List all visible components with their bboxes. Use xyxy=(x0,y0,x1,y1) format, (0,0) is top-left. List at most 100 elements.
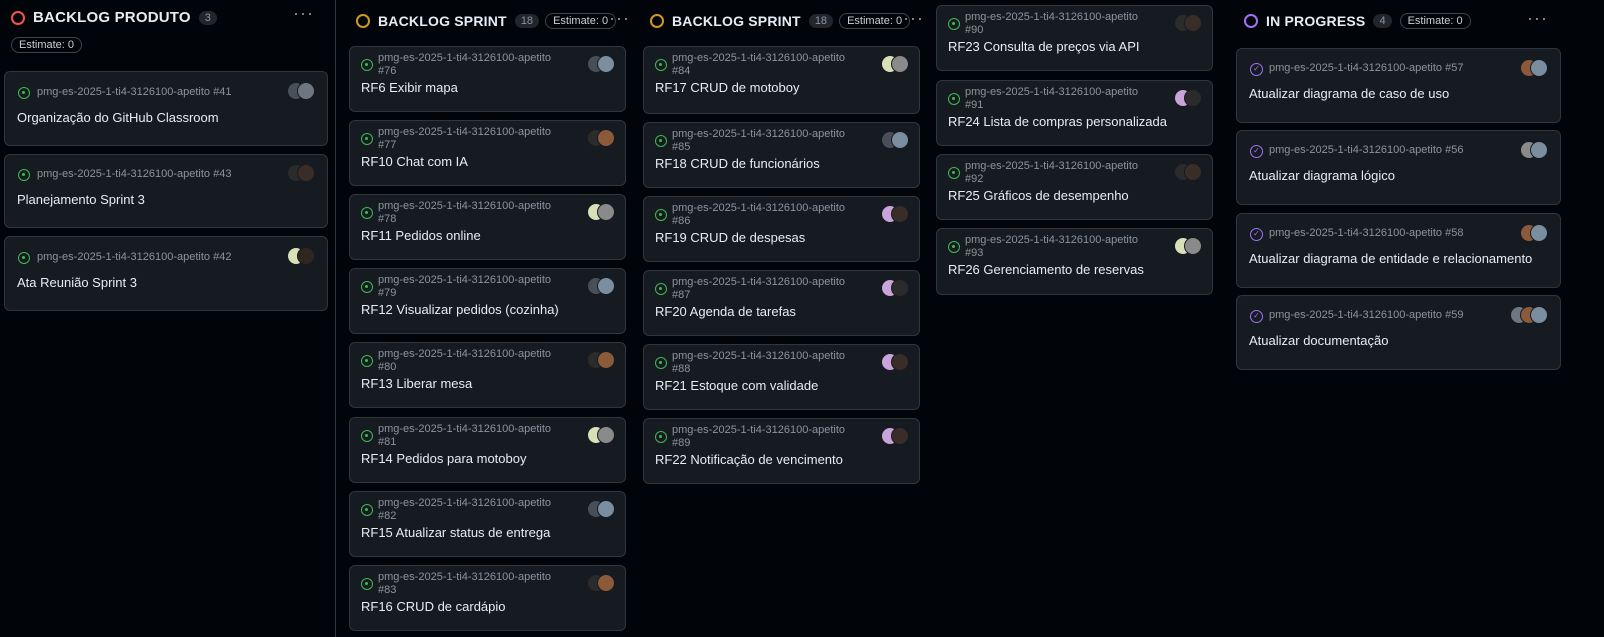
issue-repo-ref[interactable]: pmg-es-2025-1-ti4-3126100-apetito xyxy=(378,200,551,212)
avatar[interactable] xyxy=(1530,141,1548,159)
issue-title[interactable]: RF18 CRUD de funcionários xyxy=(655,156,820,171)
issue-title[interactable]: RF24 Lista de compras personalizada xyxy=(948,114,1167,129)
issue-repo-ref[interactable]: pmg-es-2025-1-ti4-3126100-apetito #58 xyxy=(1269,227,1463,239)
assignee-avatars[interactable] xyxy=(1520,141,1548,159)
issue-card[interactable]: pmg-es-2025-1-ti4-3126100-apetito #78 RF… xyxy=(349,194,626,260)
issue-title[interactable]: RF17 CRUD de motoboy xyxy=(655,80,800,95)
kebab-menu-icon[interactable]: ··· xyxy=(1527,8,1548,29)
kebab-menu-icon[interactable]: ··· xyxy=(609,8,630,29)
estimate-badge[interactable]: Estimate: 0 xyxy=(545,13,617,29)
issue-repo-ref[interactable]: pmg-es-2025-1-ti4-3126100-apetito #56 xyxy=(1269,144,1463,156)
issue-title[interactable]: RF16 CRUD de cardápio xyxy=(361,599,506,614)
avatar[interactable] xyxy=(597,55,615,73)
avatar[interactable] xyxy=(597,203,615,221)
issue-card[interactable]: pmg-es-2025-1-ti4-3126100-apetito #80 RF… xyxy=(349,342,626,408)
issue-card[interactable]: ✓ pmg-es-2025-1-ti4-3126100-apetito #57 … xyxy=(1236,48,1561,123)
estimate-badge[interactable]: Estimate: 0 xyxy=(1399,13,1471,29)
issue-card[interactable]: pmg-es-2025-1-ti4-3126100-apetito #79 RF… xyxy=(349,268,626,334)
issue-card[interactable]: pmg-es-2025-1-ti4-3126100-apetito #43 Pl… xyxy=(4,154,328,228)
issue-card[interactable]: pmg-es-2025-1-ti4-3126100-apetito #90 RF… xyxy=(936,5,1213,71)
issue-card[interactable]: pmg-es-2025-1-ti4-3126100-apetito #42 At… xyxy=(4,236,328,311)
issue-title[interactable]: Atualizar diagrama de caso de uso xyxy=(1249,86,1449,101)
issue-title[interactable]: RF12 Visualizar pedidos (cozinha) xyxy=(361,302,559,317)
issue-number[interactable]: #90 xyxy=(965,24,983,36)
issue-title[interactable]: RF22 Notificação de vencimento xyxy=(655,452,843,467)
avatar[interactable] xyxy=(1184,163,1202,181)
issue-repo-ref[interactable]: pmg-es-2025-1-ti4-3126100-apetito #43 xyxy=(37,168,231,180)
assignee-avatars[interactable] xyxy=(1510,306,1548,324)
assignee-avatars[interactable] xyxy=(587,129,615,147)
avatar[interactable] xyxy=(1530,306,1548,324)
issue-title[interactable]: RF20 Agenda de tarefas xyxy=(655,304,796,319)
issue-card[interactable]: ✓ pmg-es-2025-1-ti4-3126100-apetito #56 … xyxy=(1236,130,1561,205)
issue-repo-ref[interactable]: pmg-es-2025-1-ti4-3126100-apetito xyxy=(378,126,551,138)
issue-card[interactable]: pmg-es-2025-1-ti4-3126100-apetito #81 RF… xyxy=(349,417,626,483)
issue-number[interactable]: #86 xyxy=(672,215,690,227)
issue-number[interactable]: #84 xyxy=(672,65,690,77)
issue-repo-ref[interactable]: pmg-es-2025-1-ti4-3126100-apetito xyxy=(672,424,845,436)
issue-title[interactable]: Planejamento Sprint 3 xyxy=(17,192,145,207)
assignee-avatars[interactable] xyxy=(881,427,909,445)
avatar[interactable] xyxy=(891,205,909,223)
avatar[interactable] xyxy=(1184,89,1202,107)
issue-repo-ref[interactable]: pmg-es-2025-1-ti4-3126100-apetito xyxy=(378,348,551,360)
avatar[interactable] xyxy=(597,500,615,518)
issue-number[interactable]: #80 xyxy=(378,361,396,373)
issue-title[interactable]: RF19 CRUD de despesas xyxy=(655,230,805,245)
issue-number[interactable]: #82 xyxy=(378,510,396,522)
avatar[interactable] xyxy=(1184,237,1202,255)
issue-repo-ref[interactable]: pmg-es-2025-1-ti4-3126100-apetito xyxy=(965,160,1138,172)
avatar[interactable] xyxy=(597,426,615,444)
issue-number[interactable]: #91 xyxy=(965,99,983,111)
issue-number[interactable]: #81 xyxy=(378,436,396,448)
assignee-avatars[interactable] xyxy=(587,203,615,221)
assignee-avatars[interactable] xyxy=(287,164,315,182)
issue-repo-ref[interactable]: pmg-es-2025-1-ti4-3126100-apetito #59 xyxy=(1269,309,1463,321)
issue-repo-ref[interactable]: pmg-es-2025-1-ti4-3126100-apetito xyxy=(378,274,551,286)
issue-repo-ref[interactable]: pmg-es-2025-1-ti4-3126100-apetito xyxy=(672,350,845,362)
issue-title[interactable]: RF25 Gráficos de desempenho xyxy=(948,188,1129,203)
estimate-badge[interactable]: Estimate: 0 xyxy=(839,13,911,29)
issue-repo-ref[interactable]: pmg-es-2025-1-ti4-3126100-apetito xyxy=(965,234,1138,246)
issue-card[interactable]: pmg-es-2025-1-ti4-3126100-apetito #82 RF… xyxy=(349,491,626,557)
issue-card[interactable]: pmg-es-2025-1-ti4-3126100-apetito #76 RF… xyxy=(349,46,626,112)
assignee-avatars[interactable] xyxy=(881,131,909,149)
avatar[interactable] xyxy=(297,164,315,182)
assignee-avatars[interactable] xyxy=(881,279,909,297)
assignee-avatars[interactable] xyxy=(287,82,315,100)
issue-number[interactable]: #79 xyxy=(378,287,396,299)
issue-card[interactable]: pmg-es-2025-1-ti4-3126100-apetito #83 RF… xyxy=(349,565,626,631)
avatar[interactable] xyxy=(891,131,909,149)
issue-number[interactable]: #77 xyxy=(378,139,396,151)
assignee-avatars[interactable] xyxy=(881,205,909,223)
assignee-avatars[interactable] xyxy=(1174,89,1202,107)
issue-number[interactable]: #78 xyxy=(378,213,396,225)
issue-repo-ref[interactable]: pmg-es-2025-1-ti4-3126100-apetito #41 xyxy=(37,86,231,98)
issue-repo-ref[interactable]: pmg-es-2025-1-ti4-3126100-apetito #57 xyxy=(1269,62,1463,74)
avatar[interactable] xyxy=(891,353,909,371)
issue-title[interactable]: Atualizar documentação xyxy=(1249,333,1388,348)
issue-title[interactable]: RF14 Pedidos para motoboy xyxy=(361,451,526,466)
assignee-avatars[interactable] xyxy=(287,247,315,265)
issue-repo-ref[interactable]: pmg-es-2025-1-ti4-3126100-apetito xyxy=(378,423,551,435)
issue-repo-ref[interactable]: pmg-es-2025-1-ti4-3126100-apetito xyxy=(965,86,1138,98)
kebab-menu-icon[interactable]: ··· xyxy=(903,8,924,29)
avatar[interactable] xyxy=(891,427,909,445)
assignee-avatars[interactable] xyxy=(587,277,615,295)
assignee-avatars[interactable] xyxy=(587,500,615,518)
assignee-avatars[interactable] xyxy=(587,351,615,369)
issue-card[interactable]: pmg-es-2025-1-ti4-3126100-apetito #87 RF… xyxy=(643,270,920,336)
issue-title[interactable]: Atualizar diagrama lógico xyxy=(1249,168,1395,183)
issue-number[interactable]: #83 xyxy=(378,584,396,596)
avatar[interactable] xyxy=(597,277,615,295)
issue-repo-ref[interactable]: pmg-es-2025-1-ti4-3126100-apetito xyxy=(672,52,845,64)
issue-title[interactable]: RF11 Pedidos online xyxy=(361,228,481,243)
assignee-avatars[interactable] xyxy=(1520,224,1548,242)
avatar[interactable] xyxy=(1530,224,1548,242)
assignee-avatars[interactable] xyxy=(587,426,615,444)
issue-card[interactable]: pmg-es-2025-1-ti4-3126100-apetito #89 RF… xyxy=(643,418,920,484)
issue-card[interactable]: pmg-es-2025-1-ti4-3126100-apetito #88 RF… xyxy=(643,344,920,410)
issue-title[interactable]: RF21 Estoque com validade xyxy=(655,378,818,393)
avatar[interactable] xyxy=(597,129,615,147)
issue-title[interactable]: RF10 Chat com IA xyxy=(361,154,468,169)
